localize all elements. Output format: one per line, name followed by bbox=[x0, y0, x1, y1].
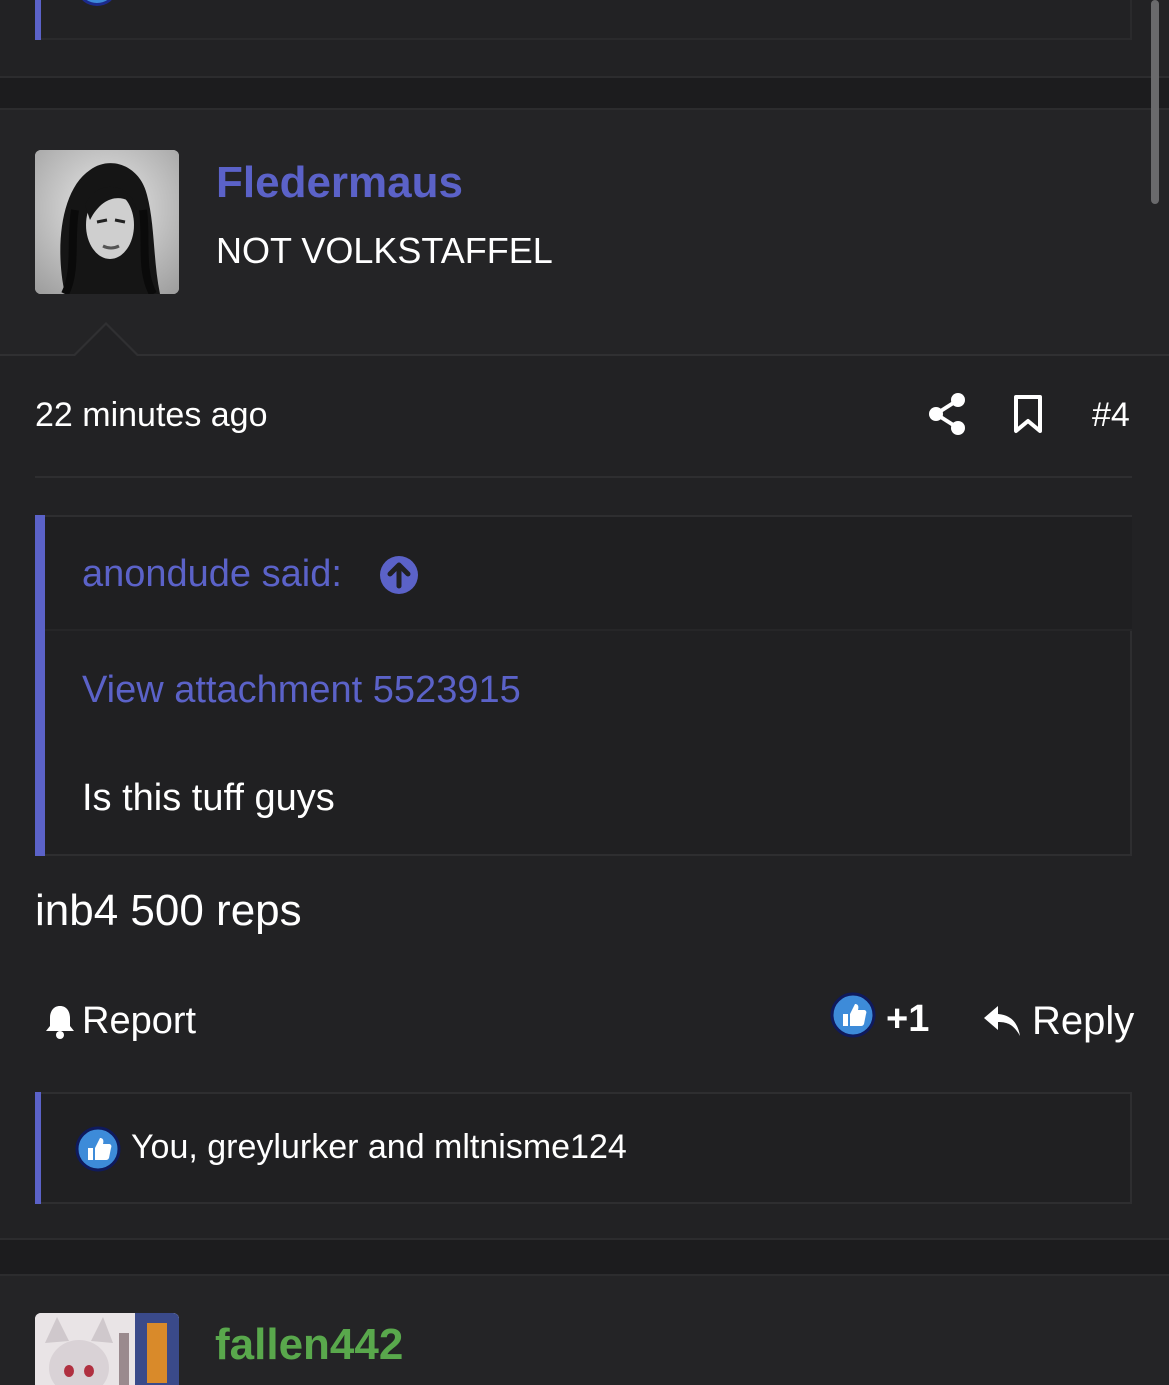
reply-arrow-icon bbox=[984, 1006, 1020, 1036]
user-title: NOT VOLKSTAFFEL bbox=[216, 230, 553, 271]
quote-block: anondude said: View attachment 5523915 I… bbox=[35, 515, 1132, 856]
next-post: fallen442 bbox=[0, 1274, 1169, 1385]
report-label: Report bbox=[82, 999, 197, 1042]
quote-accent-bar bbox=[35, 515, 45, 856]
reactions-accent-bar bbox=[35, 1092, 41, 1204]
arrow-up-circle-icon[interactable] bbox=[379, 555, 419, 595]
post: Fledermaus NOT VOLKSTAFFEL 22 minutes ag… bbox=[0, 108, 1169, 1240]
post-timestamp[interactable]: 22 minutes ago bbox=[35, 396, 268, 435]
header-caret-inner bbox=[74, 325, 138, 357]
scrollbar[interactable] bbox=[1151, 0, 1159, 204]
reactions-accent-bar bbox=[35, 0, 41, 40]
thread-page: Fledermaus NOT VOLKSTAFFEL 22 minutes ag… bbox=[0, 0, 1169, 1385]
meta-divider bbox=[35, 476, 1132, 478]
reactions-bar[interactable]: You, greylurker and mltnisme124 bbox=[35, 1092, 1132, 1204]
post-gap bbox=[0, 78, 1169, 108]
reply-label: Reply bbox=[1032, 998, 1135, 1043]
quote-header: anondude said: bbox=[45, 517, 1132, 631]
bookmark-icon[interactable] bbox=[1012, 394, 1044, 434]
attachment-link[interactable]: View attachment 5523915 bbox=[82, 669, 521, 712]
thumbs-up-icon bbox=[75, 1126, 121, 1172]
share-icon[interactable] bbox=[928, 392, 966, 436]
report-button[interactable]: Report bbox=[44, 996, 196, 1046]
avatar-image bbox=[35, 150, 179, 294]
quote-author-link[interactable]: anondude said: bbox=[82, 553, 342, 596]
post-gap bbox=[0, 1242, 1169, 1274]
avatar[interactable] bbox=[35, 150, 179, 294]
reactions-text: You, greylurker and mltnisme124 bbox=[131, 1128, 627, 1166]
bell-icon bbox=[46, 1006, 74, 1039]
avatar[interactable] bbox=[35, 1313, 179, 1385]
quote-text: Is this tuff guys bbox=[82, 777, 335, 819]
like-count[interactable]: +1 bbox=[886, 998, 929, 1041]
previous-post bbox=[0, 0, 1169, 78]
thumbs-up-icon bbox=[79, 0, 115, 6]
reply-button[interactable]: Reply bbox=[982, 996, 1134, 1046]
post-body: inb4 500 reps bbox=[35, 886, 302, 935]
post-header: Fledermaus NOT VOLKSTAFFEL bbox=[0, 110, 1169, 356]
post-author[interactable]: Fledermaus bbox=[216, 158, 463, 208]
next-post-author[interactable]: fallen442 bbox=[215, 1320, 403, 1370]
post-number[interactable]: #4 bbox=[1092, 396, 1130, 435]
thumbs-up-icon[interactable] bbox=[830, 992, 876, 1038]
previous-reactions-bar[interactable] bbox=[35, 0, 1132, 40]
avatar-image bbox=[35, 1313, 179, 1385]
